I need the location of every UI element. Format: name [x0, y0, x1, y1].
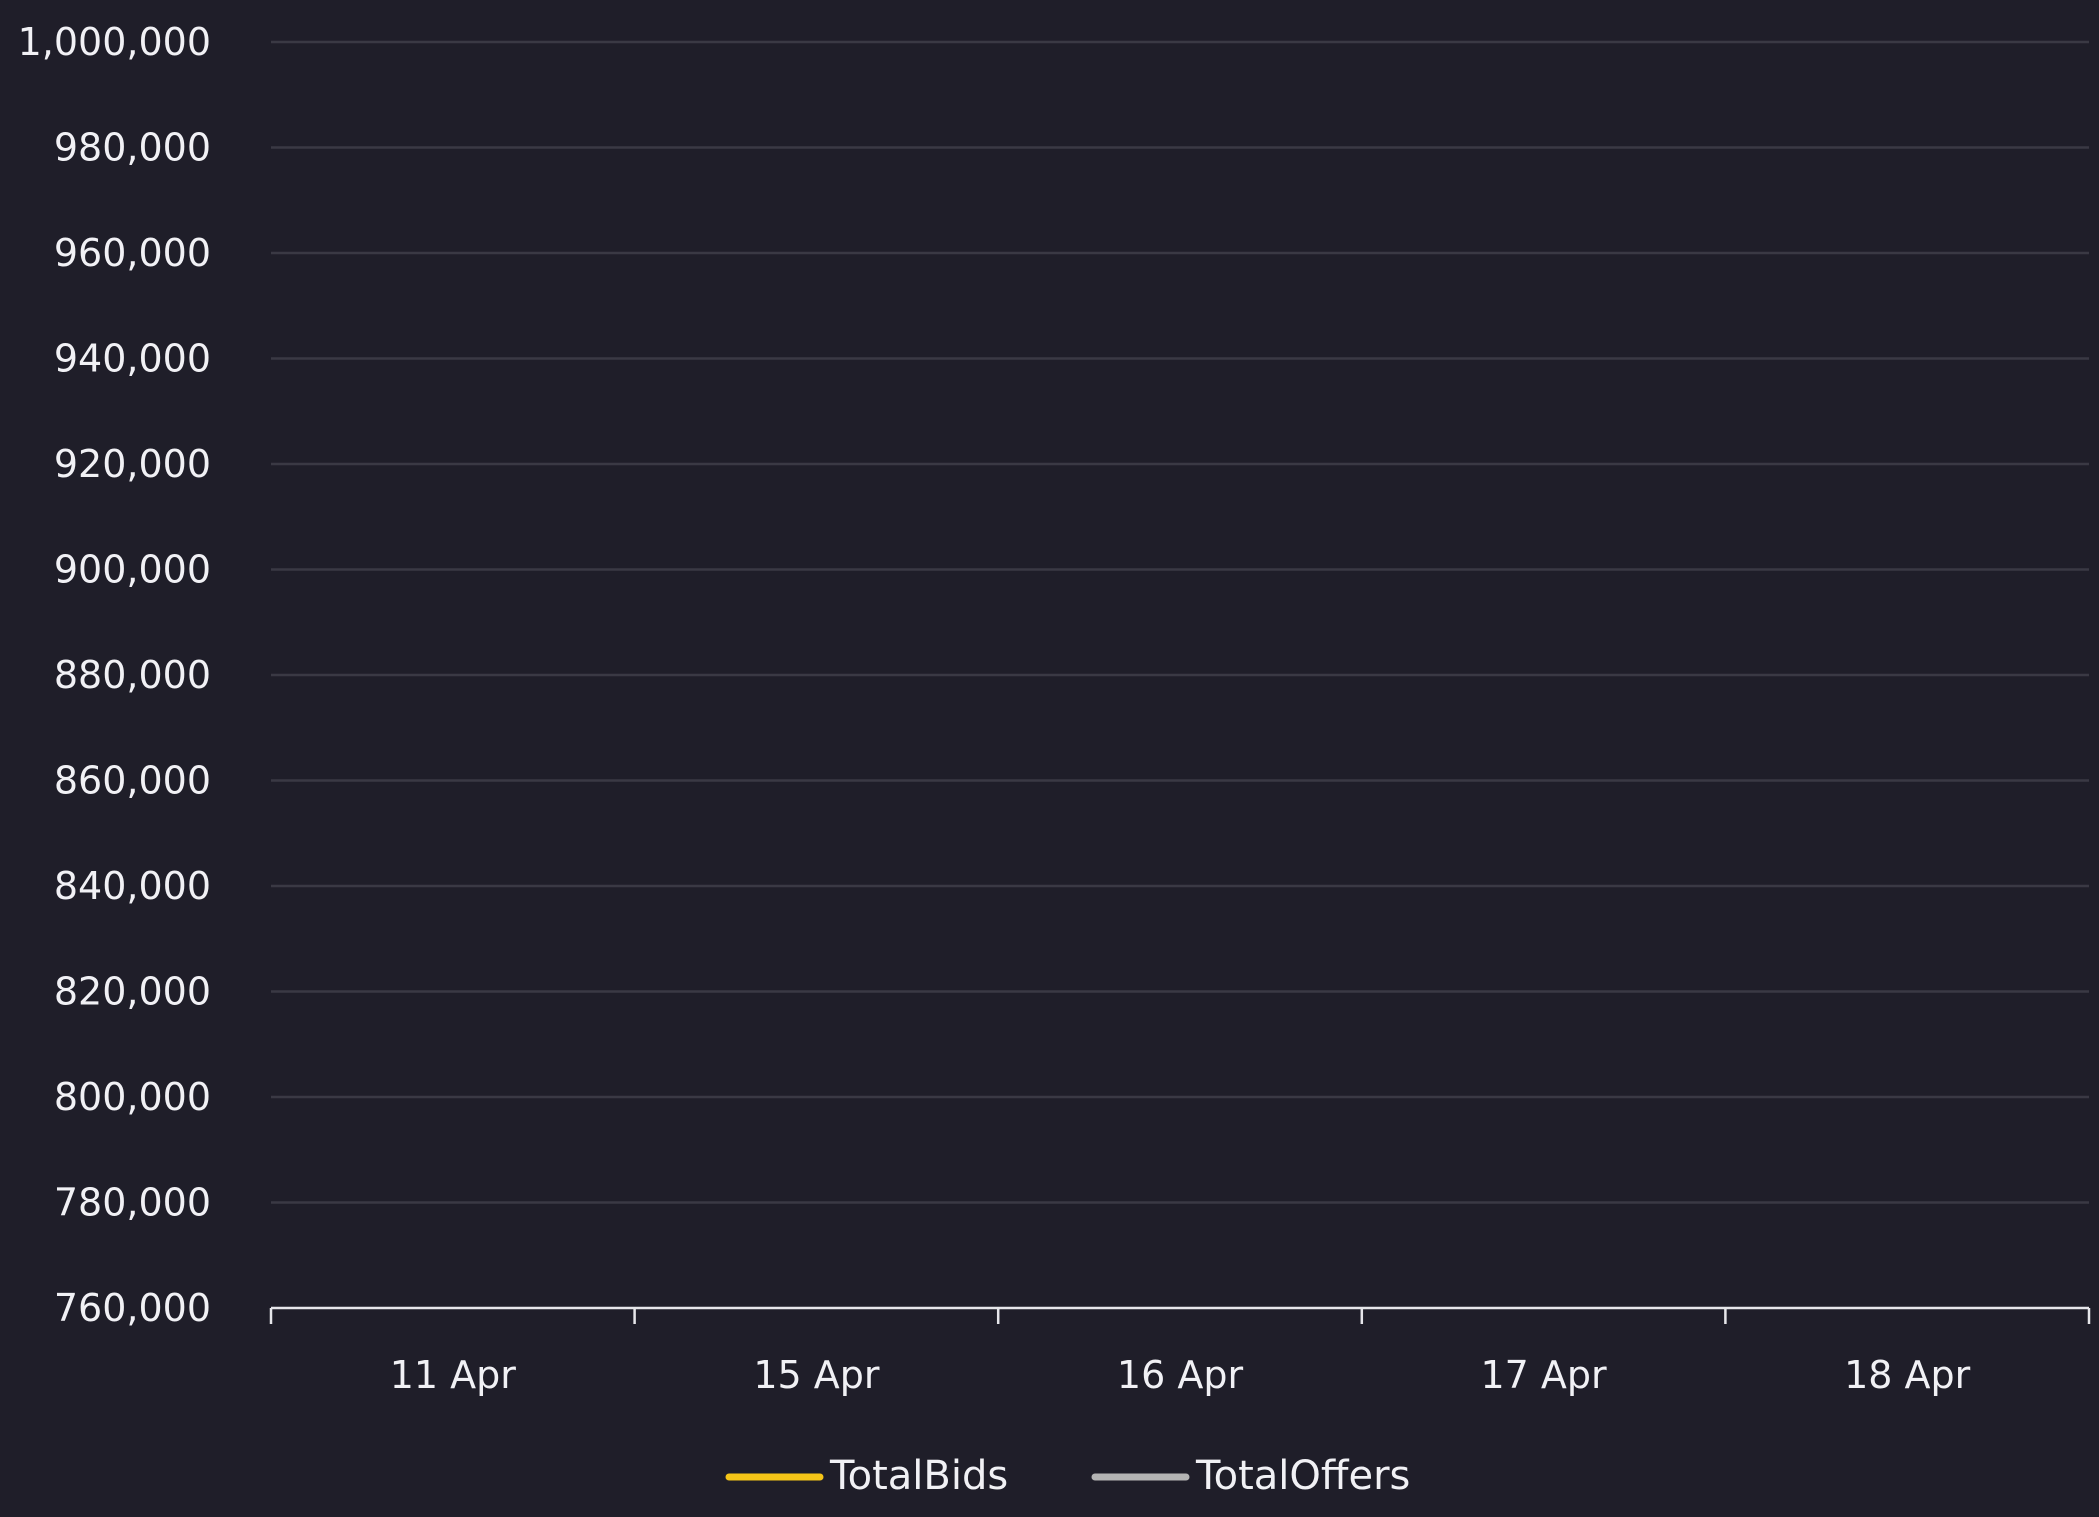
- y-tick-label: 980,000: [54, 126, 211, 170]
- y-tick-label: 920,000: [54, 442, 211, 486]
- y-tick-label: 860,000: [54, 759, 211, 803]
- y-tick-label: 880,000: [54, 653, 211, 697]
- y-tick-label: 840,000: [54, 864, 211, 908]
- x-tick-label: 17 Apr: [1481, 1353, 1608, 1397]
- legend-label: TotalOffers: [1195, 1453, 1410, 1499]
- y-tick-label: 780,000: [54, 1181, 211, 1225]
- y-tick-label: 760,000: [54, 1286, 211, 1330]
- y-tick-label: 1,000,000: [18, 20, 211, 64]
- line-chart: 1,000,000 980,000 960,000 940,000 920,000 900…: [0, 0, 2099, 1517]
- y-tick-label: 940,000: [54, 337, 211, 381]
- y-tick-label: 820,000: [54, 970, 211, 1014]
- chart-container: 1,000,000 980,000 960,000 940,000 920,000 900…: [0, 0, 2099, 1517]
- x-tick-label: 18 Apr: [1844, 1353, 1971, 1397]
- x-tick-label: 16 Apr: [1117, 1353, 1244, 1397]
- x-tick-label: 11 Apr: [390, 1353, 517, 1397]
- y-tick-label: 800,000: [54, 1075, 211, 1119]
- chart-background: [0, 0, 2099, 1517]
- x-tick-label: 15 Apr: [753, 1353, 880, 1397]
- y-tick-label: 960,000: [54, 231, 211, 275]
- y-tick-label: 900,000: [54, 548, 211, 592]
- legend-label: TotalBids: [829, 1453, 1008, 1499]
